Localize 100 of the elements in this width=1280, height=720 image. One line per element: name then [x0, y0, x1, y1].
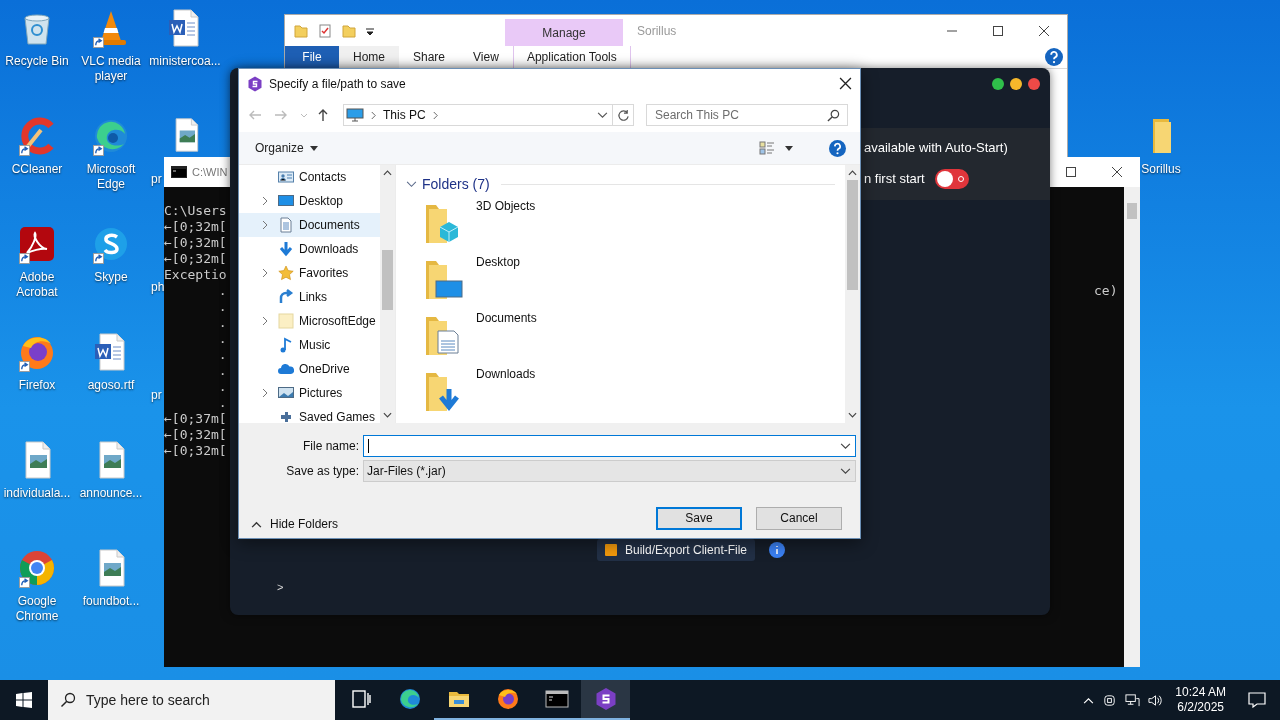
- expand-chevron-icon[interactable]: [261, 268, 269, 278]
- navigation-item[interactable]: OneDrive: [239, 357, 380, 381]
- properties-icon[interactable]: [317, 22, 333, 39]
- ribbon-tab[interactable]: Share: [399, 46, 460, 68]
- navigation-item[interactable]: Saved Games: [239, 405, 380, 423]
- search-icon[interactable]: [827, 109, 840, 122]
- build-button[interactable]: Build/Export Client-File: [597, 539, 756, 561]
- clock[interactable]: 10:24 AM 6/2/2025: [1175, 685, 1226, 715]
- caret-icon: [840, 467, 851, 475]
- desktop-shortcut[interactable]: Skype: [74, 222, 148, 330]
- console-line: Exceptio: [164, 267, 228, 283]
- scroll-thumb[interactable]: [382, 250, 393, 310]
- desktop-shortcut[interactable]: ministercoa...: [148, 6, 222, 114]
- file-name-field[interactable]: [363, 435, 856, 457]
- navigation-item[interactable]: MicrosoftEdge: [239, 309, 380, 333]
- scroll-down-icon[interactable]: [848, 412, 857, 418]
- swirl-icon: [397, 687, 422, 711]
- expand-chevron-icon[interactable]: [261, 220, 269, 230]
- refresh-icon: [616, 108, 630, 122]
- hexagon-app-icon: [593, 687, 618, 711]
- navigation-item[interactable]: Links: [239, 285, 380, 309]
- expand-chevron-icon[interactable]: [261, 316, 269, 326]
- network-icon[interactable]: [1125, 692, 1141, 708]
- collapse-chevron-icon[interactable]: [406, 180, 417, 188]
- desktop-shortcut[interactable]: Microsoft Edge: [74, 114, 148, 222]
- cloud-icon: [278, 361, 294, 377]
- desktop-shortcut[interactable]: Adobe Acrobat: [0, 222, 74, 330]
- window-dot[interactable]: [992, 78, 1004, 90]
- folder-item[interactable]: Desktop: [406, 251, 835, 307]
- ribbon-tab[interactable]: Home: [339, 46, 399, 68]
- scroll-thumb[interactable]: [847, 180, 858, 290]
- desktop-shortcut[interactable]: VLC media player: [74, 6, 148, 114]
- taskbar-search-field[interactable]: Type here to search: [48, 680, 335, 720]
- caret-icon[interactable]: [785, 145, 793, 151]
- star-icon: [278, 265, 294, 281]
- search-field[interactable]: Search This PC: [646, 104, 848, 126]
- shortcut-arrow-icon: [19, 145, 30, 156]
- desktop-shortcut[interactable]: CCleaner: [0, 114, 74, 222]
- console-line: .: [217, 395, 228, 411]
- folder-item[interactable]: 3D Objects: [406, 195, 835, 251]
- desktop-shortcut[interactable]: Sorillus: [1124, 114, 1198, 177]
- desktop-icon-label[interactable]: pr: [151, 172, 162, 187]
- scroll-up-icon[interactable]: [383, 170, 392, 176]
- desktop-shortcut[interactable]: Recycle Bin: [0, 6, 74, 114]
- scrollbar[interactable]: [1124, 187, 1140, 667]
- group-header[interactable]: Folders (7): [422, 176, 490, 192]
- expand-chevron-icon[interactable]: [261, 196, 269, 206]
- navigation-item[interactable]: Pictures: [239, 381, 380, 405]
- navigation-item[interactable]: Contacts: [239, 165, 380, 189]
- navigation-item[interactable]: Favorites: [239, 261, 380, 285]
- contact-card-icon: [278, 169, 294, 185]
- navigation-item[interactable]: Desktop: [239, 189, 380, 213]
- scroll-thumb[interactable]: [1127, 203, 1137, 219]
- ribbon-tab[interactable]: File: [285, 46, 339, 68]
- maximize-icon: [1065, 166, 1077, 178]
- file-type-label: Save as type:: [285, 464, 360, 478]
- ribbon-tab[interactable]: Application Tools: [512, 46, 631, 68]
- address-bar[interactable]: This PC: [343, 104, 613, 126]
- navigation-item[interactable]: Music: [239, 333, 380, 357]
- caret-icon[interactable]: [840, 442, 851, 450]
- console-line: C:\Users: [164, 203, 228, 219]
- console-line: .: [217, 347, 228, 363]
- chevron-up-icon[interactable]: [1083, 696, 1095, 704]
- device-icon[interactable]: [1102, 692, 1118, 708]
- file-type-dropdown[interactable]: Jar-Files (*.jar): [363, 460, 856, 482]
- help-icon[interactable]: [1045, 48, 1063, 66]
- window-dot[interactable]: [1028, 78, 1040, 90]
- file-name-label: File name:: [301, 439, 360, 453]
- speaker-icon[interactable]: [1148, 692, 1164, 708]
- fox-globe-icon: [495, 687, 520, 711]
- console-line: ce): [1094, 283, 1119, 299]
- navigation-item[interactable]: Documents: [239, 213, 380, 237]
- expand-chevron-icon[interactable]: [261, 388, 269, 398]
- save-button[interactable]: Save: [656, 506, 742, 530]
- navigation-item[interactable]: Downloads: [239, 237, 380, 261]
- cancel-button[interactable]: Cancel: [756, 506, 842, 530]
- scroll-down-icon[interactable]: [383, 412, 392, 418]
- info-icon[interactable]: [769, 542, 786, 558]
- console-line: .: [217, 363, 228, 379]
- help-icon[interactable]: [829, 139, 846, 157]
- window-dot[interactable]: [1010, 78, 1022, 90]
- taskbar-app-button[interactable]: [581, 680, 630, 720]
- notification-icon[interactable]: [1248, 692, 1266, 708]
- hide-folders-button[interactable]: Hide Folders: [251, 517, 339, 531]
- browser-circle-icon: [17, 548, 57, 588]
- context-tab-header: Manage: [505, 19, 623, 46]
- desktop-icon-label[interactable]: ph: [151, 280, 165, 295]
- caret-icon: [309, 145, 318, 151]
- folder-item[interactable]: Documents: [406, 307, 835, 363]
- view-options-icon[interactable]: [759, 140, 775, 156]
- folder-icon: [278, 313, 294, 329]
- refresh-button[interactable]: [612, 104, 634, 126]
- ribbon-tab[interactable]: View: [459, 46, 513, 68]
- folder-item[interactable]: Downloads: [406, 363, 835, 419]
- scrollbar[interactable]: [845, 165, 860, 423]
- console-line: ←[0;32m[: [164, 427, 228, 443]
- scroll-up-icon[interactable]: [848, 170, 857, 176]
- organize-menu[interactable]: Organize: [255, 141, 318, 155]
- scrollbar[interactable]: [380, 165, 395, 423]
- toggle-switch[interactable]: [934, 168, 969, 189]
